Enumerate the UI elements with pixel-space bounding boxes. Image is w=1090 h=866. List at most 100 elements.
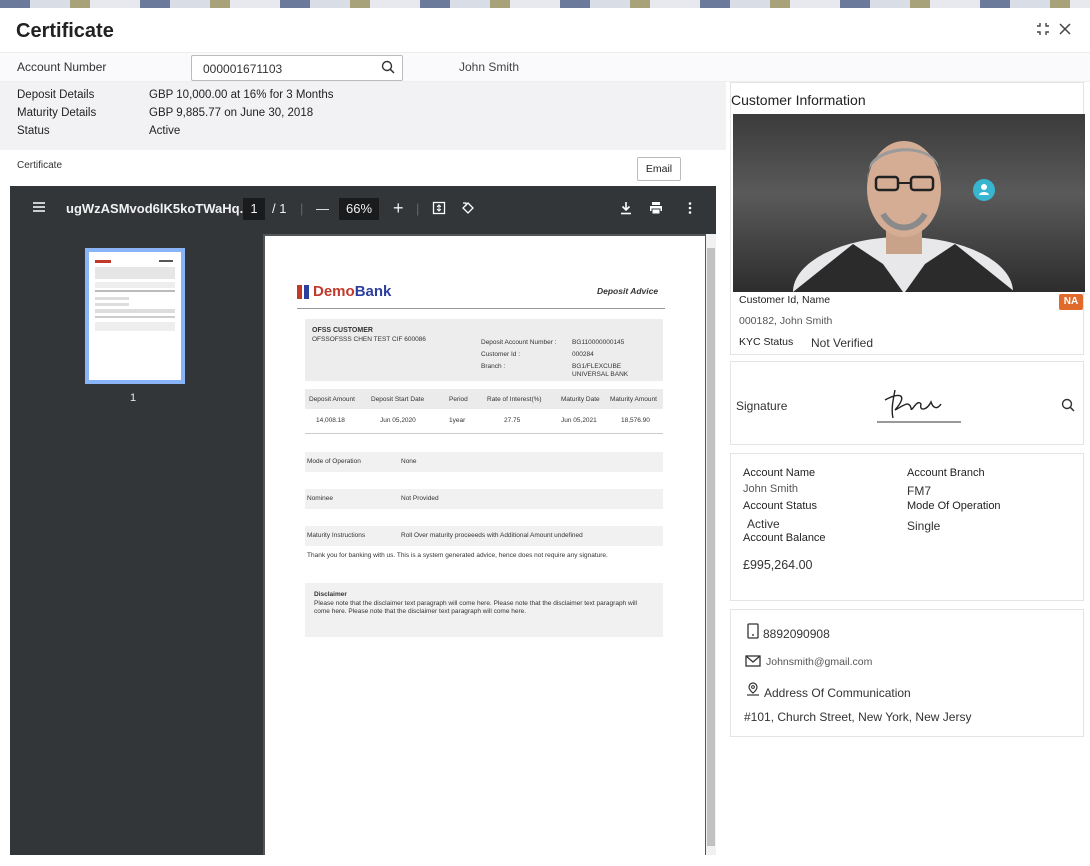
zoom-input[interactable]: 66% [339, 198, 379, 220]
pdf-toolbar: ugWzASMvod6lK5koTWaHq... 1 / 1 | — 66% +… [10, 186, 716, 234]
thumbnail-page-number: 1 [130, 392, 137, 404]
page-number-input[interactable]: 1 [243, 198, 265, 220]
demobank-logo: DemoBank [297, 283, 407, 301]
table-header: Maturity Date [561, 396, 600, 403]
status-value: Active [149, 125, 181, 137]
zoom-out-button[interactable]: — [316, 201, 329, 216]
customer-info-card: Customer Information Customer Id, Name N… [730, 82, 1085, 355]
customer-title: OFSS CUSTOMER [312, 327, 373, 334]
mode-of-operation-value: Single [907, 519, 941, 533]
account-number-doc-label: Deposit Account Number : [481, 339, 557, 346]
table-cell: 14,008.18 [316, 417, 345, 424]
pdf-filename: ugWzASMvod6lK5koTWaHq... [66, 201, 251, 216]
nominee-label: Nominee [307, 495, 334, 502]
customer-id-name-label: Customer Id, Name [739, 294, 831, 306]
table-cell: Jun 05,2021 [561, 417, 597, 424]
customer-info-title: Customer Information [731, 92, 866, 108]
account-number-row: Account Number 000001671103 John Smith [0, 52, 1090, 82]
kyc-status-value: Not Verified [811, 336, 874, 350]
disclaimer-line-2: come here. Please note that the disclaim… [314, 608, 527, 615]
address-label: Address Of Communication [764, 686, 911, 700]
customer-sidebar: Customer Information Customer Id, Name N… [730, 82, 1085, 852]
print-icon[interactable] [649, 201, 663, 218]
toolbar-divider: | [416, 201, 420, 216]
person-badge-icon[interactable] [973, 179, 995, 201]
download-icon[interactable] [619, 201, 633, 218]
account-number-value: 000001671103 [203, 62, 283, 76]
status-row: Status Active [17, 125, 180, 137]
account-branch-value: FM7 [907, 484, 931, 498]
top-banner-strip [0, 0, 1090, 8]
mode-of-operation-label: Mode Of Operation [907, 500, 1001, 512]
close-icon[interactable] [1058, 22, 1072, 41]
account-name-value: John Smith [743, 483, 799, 495]
page-thumbnail[interactable] [85, 248, 185, 384]
na-badge: NA [1059, 294, 1083, 310]
header-rule [297, 308, 665, 309]
account-balance-value: £995,264.00 [743, 558, 813, 572]
disclaimer-line-1: Please note that the disclaimer text par… [314, 600, 638, 607]
customer-id-doc-label: Customer Id : [481, 351, 521, 358]
search-icon[interactable] [381, 60, 395, 77]
logo-mark-blue [304, 285, 309, 299]
more-vert-icon[interactable] [687, 201, 693, 218]
email-button[interactable]: Email [637, 157, 681, 181]
kyc-status-label: KYC Status [739, 336, 794, 348]
pdf-page: DemoBank Deposit Advice OFSS CUSTOMER OF… [265, 236, 705, 866]
phone-number: 8892090908 [763, 627, 830, 641]
table-header: Period [449, 396, 468, 403]
menu-icon[interactable] [32, 200, 46, 217]
signature-label: Signature [736, 399, 788, 413]
maturity-instructions-label: Maturity Instructions [307, 532, 366, 539]
mail-icon [745, 654, 761, 672]
deposit-details-label: Deposit Details [17, 89, 95, 101]
account-number-input[interactable]: 000001671103 [191, 55, 403, 81]
nominee-row-band [305, 489, 663, 509]
pdf-document-view: DemoBank Deposit Advice OFSS CUSTOMER OF… [263, 234, 706, 866]
deposit-advice-heading: Deposit Advice [597, 286, 659, 296]
account-info-card: Account Name John Smith Account Branch F… [730, 453, 1084, 601]
status-label: Status [17, 125, 50, 137]
account-balance-label: Account Balance [743, 532, 826, 544]
account-holder-name: John Smith [459, 60, 520, 74]
account-name-label: Account Name [743, 467, 816, 479]
table-header: Deposit Amount [309, 396, 355, 403]
logo-text-bank: Bank [354, 283, 392, 300]
table-cell: 1year [449, 417, 466, 424]
compress-icon[interactable] [1036, 22, 1050, 41]
account-status-value: Active [747, 517, 780, 531]
contact-card: 8892090908 Johnsmith@gmail.com Address O… [730, 609, 1084, 737]
table-bottom-rule [305, 433, 663, 434]
deposit-summary: Deposit Details GBP 10,000.00 at 16% for… [0, 82, 726, 150]
disclaimer-title: Disclaimer [314, 591, 347, 598]
table-cell: Jun 05,2020 [380, 417, 416, 424]
customer-id-doc-value: 000284 [572, 351, 594, 358]
mode-of-operation-label: Mode of Operation [307, 458, 361, 465]
nominee-value: Not Provided [401, 495, 439, 502]
table-cell: 27.75 [504, 417, 521, 424]
customer-id-name: 000182, John Smith [739, 315, 833, 327]
location-pin-icon [746, 682, 760, 701]
account-branch-label: Account Branch [907, 467, 985, 479]
page-total: / 1 [272, 201, 287, 216]
logo-text-demo: Demo [313, 283, 355, 300]
zoom-in-button[interactable]: + [393, 198, 404, 219]
branch-doc-label: Branch : [481, 363, 506, 370]
search-icon[interactable] [1061, 398, 1075, 417]
email-address: Johnsmith@gmail.com [766, 656, 873, 668]
pdf-scrollbar[interactable] [706, 234, 716, 855]
table-header: Maturity Amount [610, 396, 657, 403]
table-cell: 18,576.90 [621, 417, 650, 424]
thanks-text: Thank you for banking with us. This is a… [307, 552, 608, 559]
deposit-details-row: Deposit Details GBP 10,000.00 at 16% for… [17, 89, 334, 101]
scrollbar-thumb[interactable] [707, 248, 715, 846]
rotate-icon[interactable] [461, 201, 475, 218]
fit-page-icon[interactable] [432, 201, 446, 218]
toolbar-divider: | [300, 201, 304, 216]
maturity-details-label: Maturity Details [17, 107, 97, 119]
maturity-instructions-value: Roll Over maturity proceeeds with Additi… [401, 532, 583, 539]
account-number-doc-value: BG110000000145 [572, 339, 625, 346]
logo-mark-red [297, 285, 302, 299]
branch-doc-value-1: BG1/FLEXCUBE [572, 363, 622, 370]
thumbnail-sidebar: 1 [10, 234, 263, 855]
